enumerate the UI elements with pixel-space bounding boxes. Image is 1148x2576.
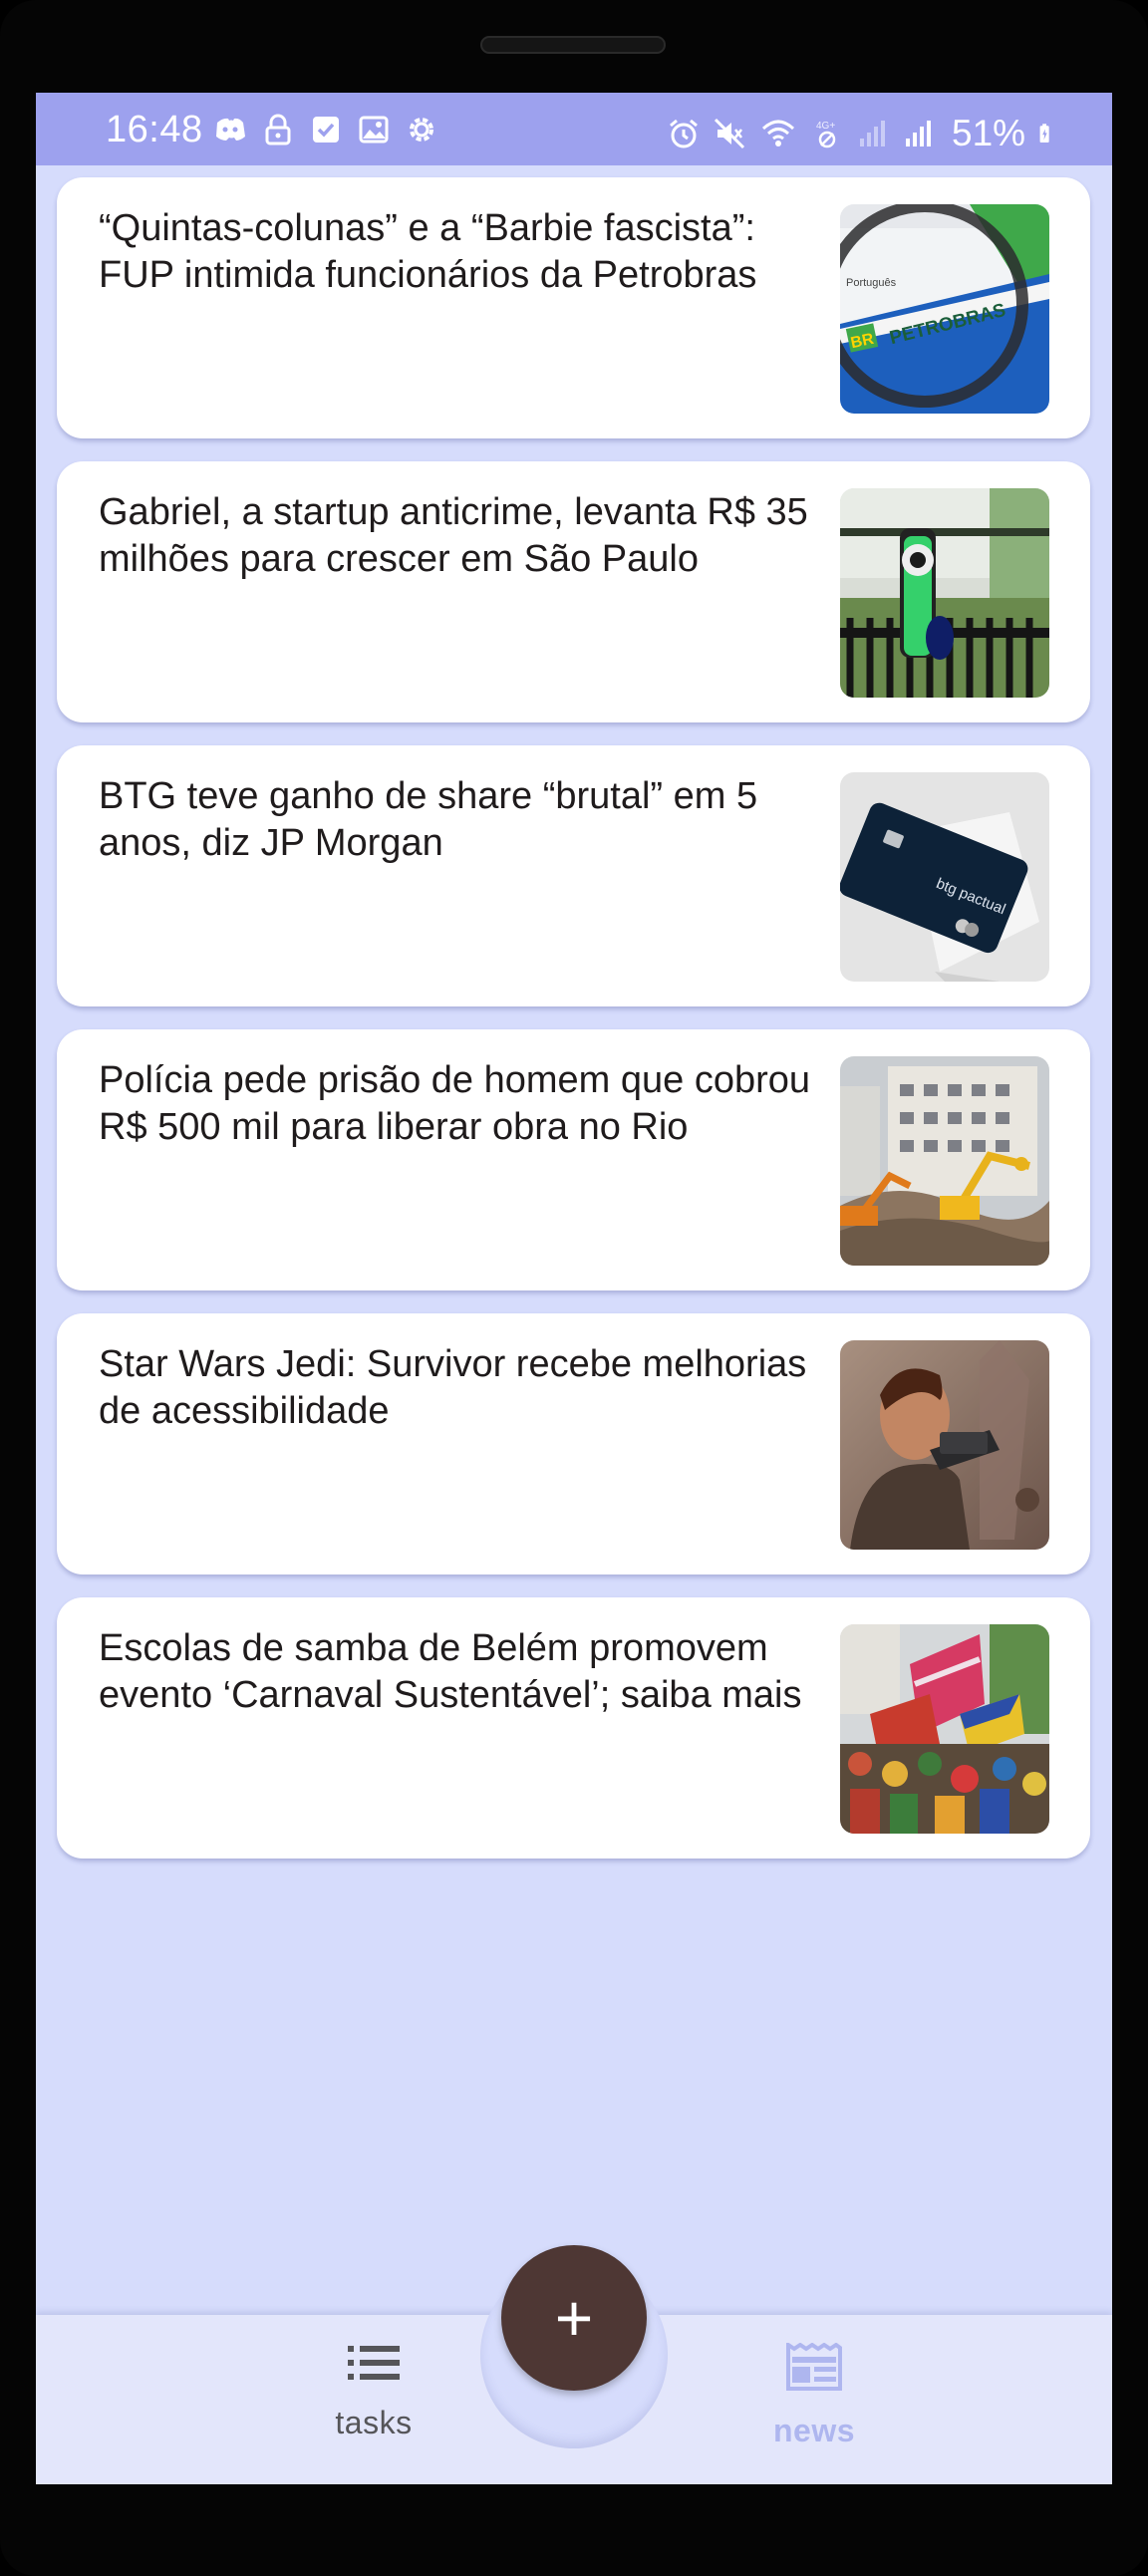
tab-news-label: news: [772, 2413, 856, 2448]
newspaper-icon: [786, 2343, 842, 2391]
tab-tasks-label: tasks: [335, 2405, 413, 2440]
tab-tasks[interactable]: tasks: [274, 2343, 473, 2441]
news-card[interactable]: “Quintas-colunas” e a “Barbie fascista”:…: [57, 177, 1090, 438]
news-card[interactable]: Polícia pede prisão de homem que cobrou …: [57, 1029, 1090, 1290]
news-title: Escolas de samba de Belém promovem event…: [99, 1627, 802, 1716]
wifi-icon: [761, 120, 795, 146]
app-screen: 16:48 4G+ 51% “Quintas-colunas” e a “Bar…: [36, 93, 1112, 2484]
settings-icon: [410, 118, 433, 142]
svg-text:Português: Português: [846, 277, 897, 289]
alarm-icon: [670, 119, 698, 148]
news-card[interactable]: Gabriel, a startup anticrime, levanta R$…: [57, 461, 1090, 722]
news-thumbnail: [840, 488, 1049, 698]
phone-frame: 16:48 4G+ 51% “Quintas-colunas” e a “Bar…: [0, 0, 1148, 2576]
battery-level: 51%: [952, 113, 1026, 153]
news-thumbnail: BR PETROBRAS Português: [840, 204, 1049, 414]
add-task-button[interactable]: +: [501, 2245, 647, 2391]
mute-icon: [714, 118, 745, 149]
news-card[interactable]: BTG teve ganho de share “brutal” em 5 an…: [57, 745, 1090, 1006]
tab-news[interactable]: news: [715, 2343, 914, 2449]
signal-icon: [906, 121, 931, 146]
check-box-icon: [313, 117, 339, 143]
news-title: Polícia pede prisão de homem que cobrou …: [99, 1059, 811, 1148]
news-thumbnail: btg pactual: [840, 772, 1049, 982]
list-icon: [348, 2346, 400, 2380]
news-thumbnail: [840, 1056, 1049, 1266]
plus-icon: +: [554, 2281, 594, 2355]
news-title: “Quintas-colunas” e a “Barbie fascista”:…: [99, 207, 757, 296]
news-thumbnail: [840, 1340, 1049, 1550]
news-thumbnail: [840, 1624, 1049, 1834]
image-icon: [359, 116, 389, 143]
status-right-icons: 4G+ 51%: [667, 113, 1059, 154]
news-title: Gabriel, a startup anticrime, levanta R$…: [99, 491, 808, 580]
battery-icon: [1039, 124, 1049, 143]
news-title: Star Wars Jedi: Survivor recebe melhoria…: [99, 1343, 807, 1432]
status-left-icons: [213, 113, 438, 146]
svg-text:4G+: 4G+: [816, 121, 835, 132]
data-off-icon: 4G+: [816, 121, 835, 148]
lock-icon: [265, 114, 291, 145]
discord-icon: [216, 118, 245, 141]
news-card[interactable]: Escolas de samba de Belém promovem event…: [57, 1597, 1090, 1859]
status-bar: 16:48 4G+ 51%: [36, 93, 1112, 165]
signal-icon: [860, 121, 885, 146]
news-card[interactable]: Star Wars Jedi: Survivor recebe melhoria…: [57, 1313, 1090, 1574]
news-title: BTG teve ganho de share “brutal” em 5 an…: [99, 775, 758, 864]
earpiece-speaker: [480, 36, 666, 54]
status-time: 16:48: [106, 109, 203, 150]
